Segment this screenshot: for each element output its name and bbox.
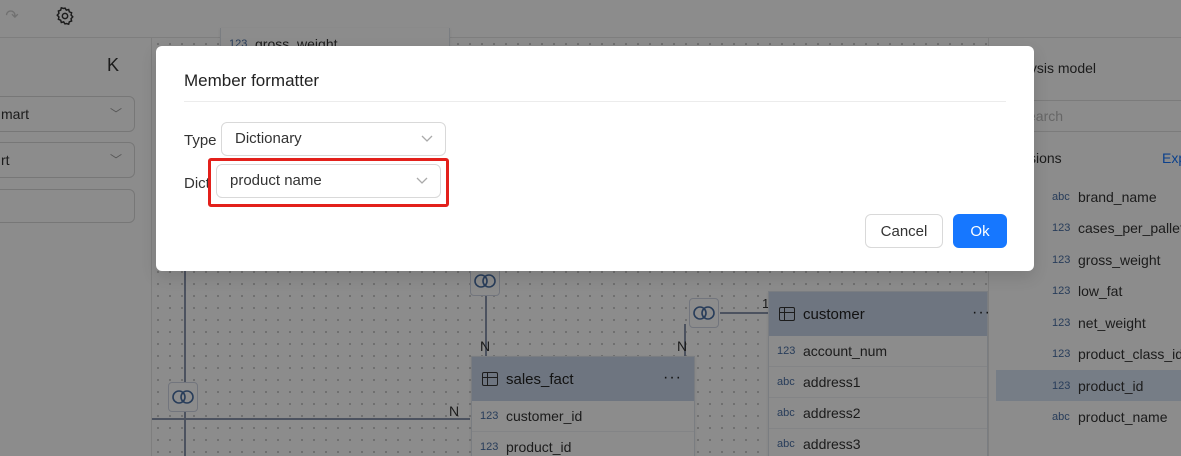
dict-label: Dict xyxy=(184,175,208,192)
type-select-value: Dictionary xyxy=(235,130,302,147)
ok-button[interactable]: Ok xyxy=(953,214,1007,248)
annotation-highlight-box xyxy=(208,158,449,207)
cancel-button[interactable]: Cancel xyxy=(865,214,943,248)
type-select[interactable]: Dictionary xyxy=(221,122,446,156)
divider xyxy=(184,101,1006,102)
member-formatter-dialog: Member formatter Type Dictionary Dict pr… xyxy=(156,46,1034,271)
dialog-title: Member formatter xyxy=(184,71,320,90)
type-label: Type xyxy=(184,132,217,149)
